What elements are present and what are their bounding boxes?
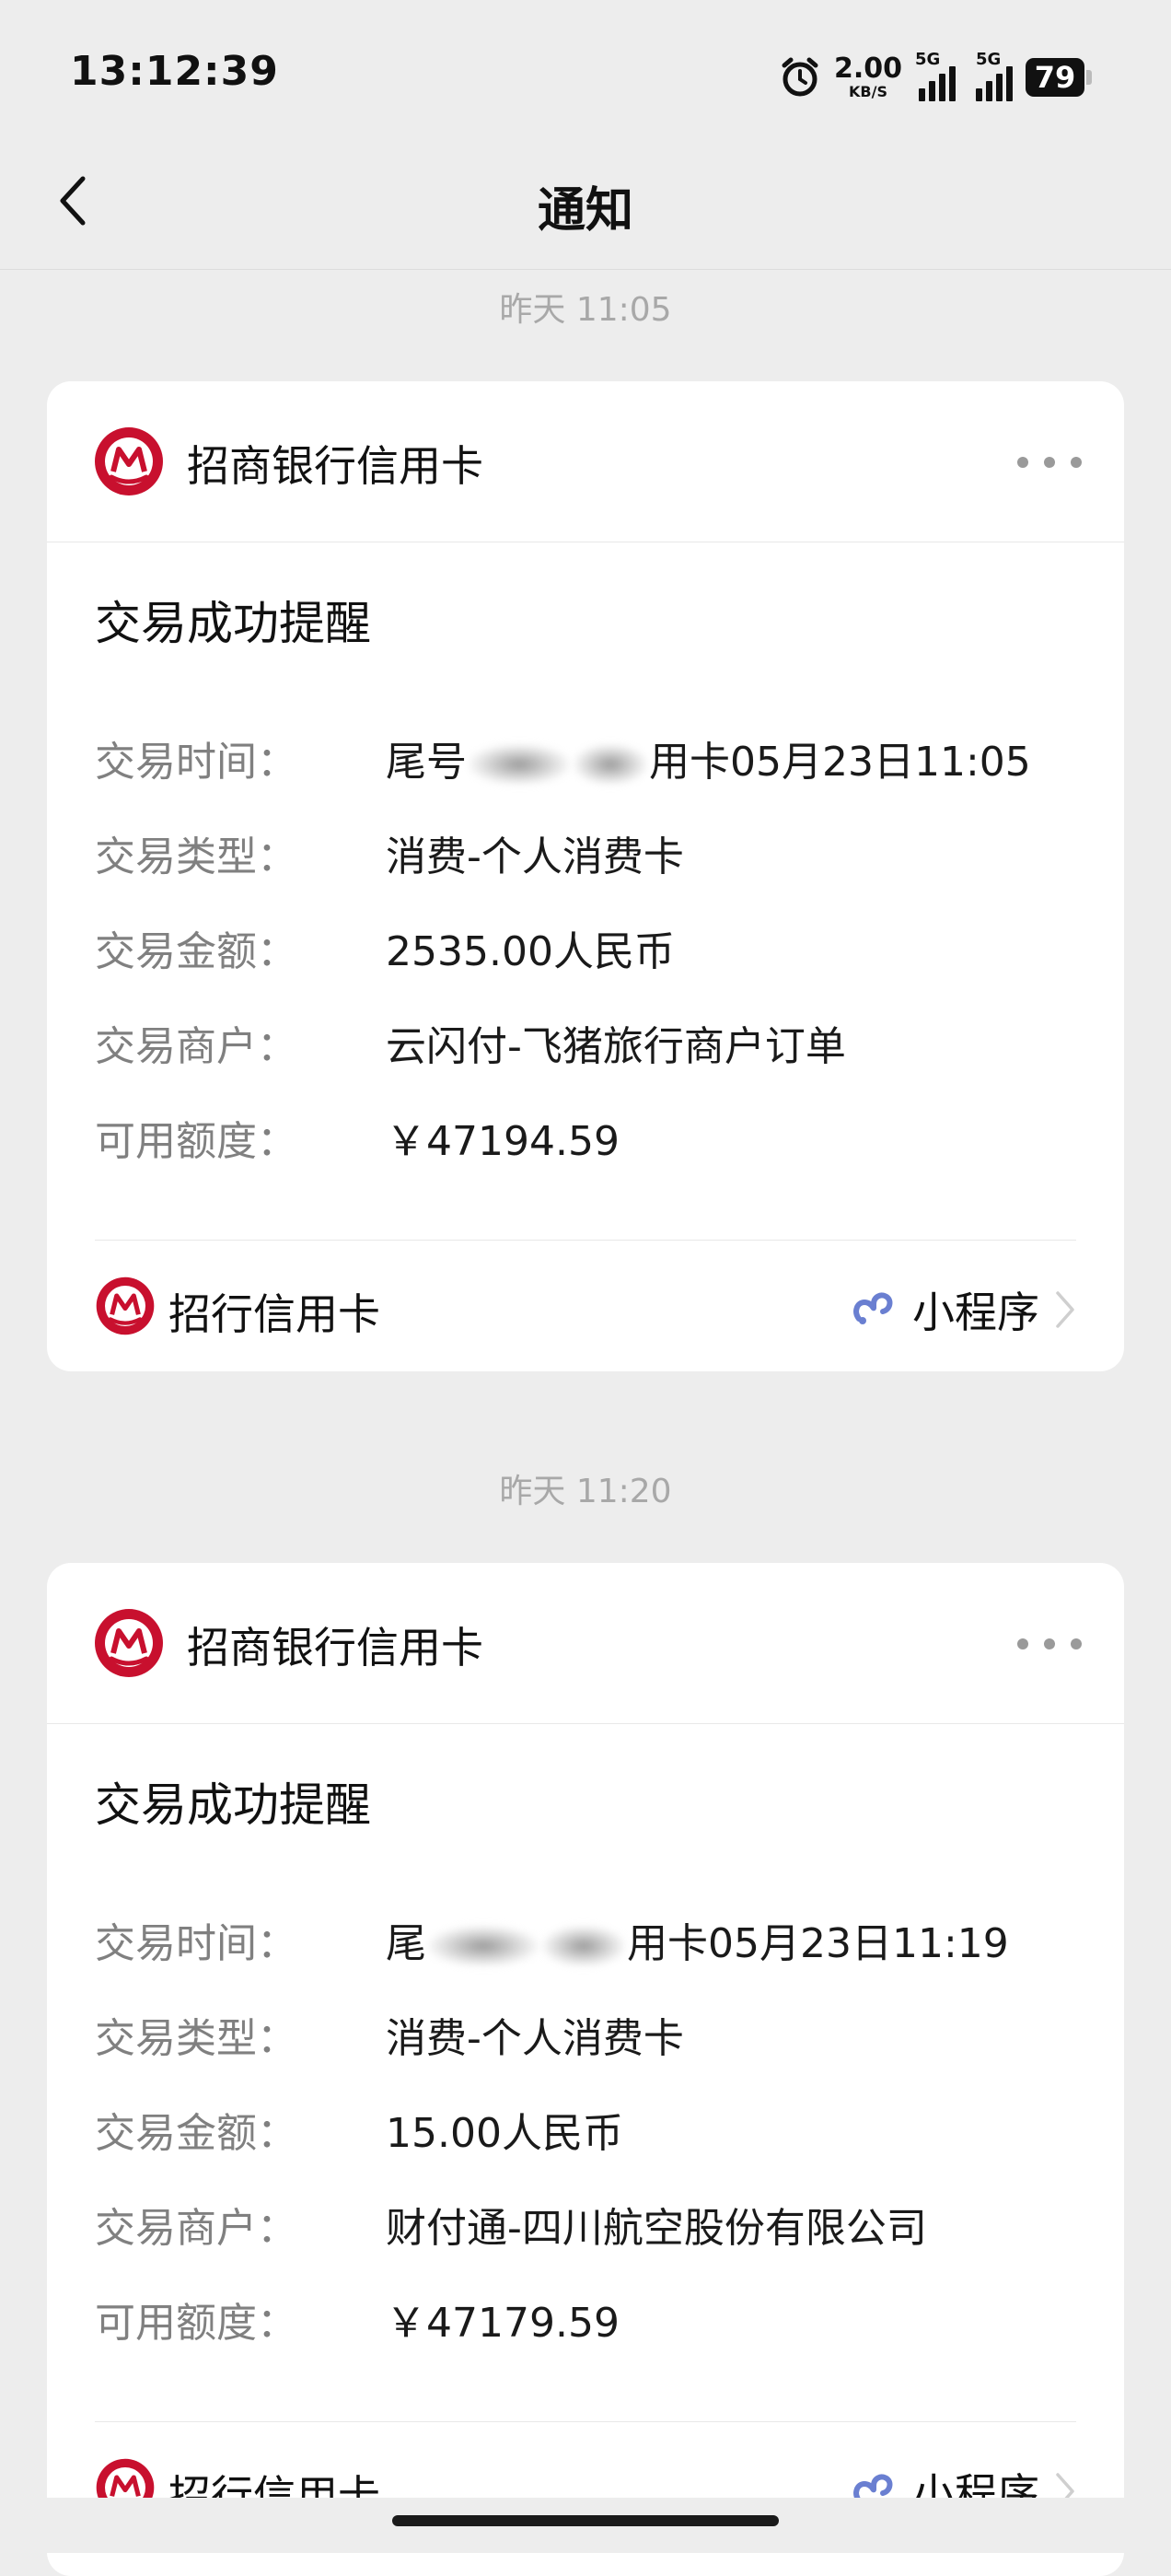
card-number-prefix: 尾 <box>386 1919 426 1967</box>
redacted-card-number <box>469 743 570 785</box>
detail-label: 可用额度： <box>95 2299 297 2347</box>
sender-name[interactable]: 招商银行信用卡 <box>187 433 483 494</box>
battery-level: 79 <box>1026 58 1084 97</box>
card-number-suffix: 用卡05月23日11:05 <box>649 738 1031 786</box>
message-title: 交易成功提醒 <box>95 597 371 650</box>
mini-program-name: 招行信用卡 <box>168 1289 380 1339</box>
detail-label: 交易类型： <box>95 833 297 880</box>
redacted-card-number <box>428 1925 539 1966</box>
detail-value: 云闪付-飞猪旅行商户订单 <box>386 1022 846 1070</box>
signal-tag: 5G <box>976 50 1002 69</box>
more-dots-icon <box>1017 1638 1028 1649</box>
card-header: 招商银行信用卡 <box>47 1563 1124 1724</box>
home-indicator[interactable] <box>392 2515 779 2526</box>
card-body[interactable]: 交易成功提醒 交易时间： 尾号 用卡05月23日11:05 交易类型： 消费-个人… <box>47 542 1124 1184</box>
signal-tag: 5G <box>915 50 941 69</box>
page-title: 通知 <box>537 183 633 239</box>
signal-icon-sim2: 5G <box>968 50 1013 101</box>
alarm-icon <box>779 56 821 99</box>
cmb-logo-icon[interactable] <box>93 425 165 497</box>
mini-program-link[interactable]: 小程序 <box>850 1279 1076 1340</box>
detail-value: 尾 用卡05月23日11:19 <box>386 1910 1009 1969</box>
detail-label: 交易商户： <box>95 1022 297 1070</box>
chevron-right-icon <box>1054 1289 1076 1330</box>
message-timestamp: 昨天 11:05 <box>499 291 672 329</box>
detail-value: ￥47179.59 <box>386 2299 620 2347</box>
detail-value: 消费-个人消费卡 <box>386 2014 684 2062</box>
detail-value: 消费-个人消费卡 <box>386 833 684 880</box>
card-body[interactable]: 交易成功提醒 交易时间： 尾 用卡05月23日11:19 交易类型： 消费-个人消… <box>47 1724 1124 2366</box>
cmb-logo-icon[interactable] <box>93 1607 165 1679</box>
network-speed-value: 2.00 <box>833 52 902 85</box>
signal-icon-sim1: 5G <box>915 50 956 101</box>
network-speed: 2.00 KB/S <box>834 55 902 99</box>
sender-name[interactable]: 招商银行信用卡 <box>187 1614 483 1675</box>
mini-program-footer[interactable]: 招行信用卡 小程序 <box>95 1240 1076 1371</box>
battery-icon: 79 <box>1026 58 1092 97</box>
detail-value: 15.00人民币 <box>386 2109 623 2157</box>
detail-label: 交易时间： <box>95 738 297 786</box>
detail-row-type: 交易类型： 消费-个人消费卡 <box>95 1987 1076 2081</box>
detail-row-amount: 交易金额： 15.00人民币 <box>95 2081 1076 2176</box>
status-bar: 13:12:39 2.00 KB/S 5G 5G 79 <box>0 0 1171 138</box>
detail-value: ￥47194.59 <box>386 1117 620 1165</box>
network-speed-unit: KB/S <box>849 83 887 100</box>
detail-row-type: 交易类型： 消费-个人消费卡 <box>95 805 1076 900</box>
detail-row-available-credit: 可用额度： ￥47179.59 <box>95 2271 1076 2366</box>
detail-label: 交易商户： <box>95 2204 297 2252</box>
cmb-logo-icon <box>95 1276 156 1336</box>
notification-card: 招商银行信用卡 交易成功提醒 交易时间： 尾 用卡05月23日11:19 交易类型… <box>47 1563 1124 2576</box>
more-dots-icon <box>1017 457 1028 468</box>
message-title: 交易成功提醒 <box>95 1778 371 1832</box>
detail-row-time: 交易时间： 尾号 用卡05月23日11:05 <box>95 710 1076 805</box>
message-timestamp: 昨天 11:20 <box>499 1473 672 1510</box>
more-options-button[interactable] <box>1017 446 1082 479</box>
detail-row-merchant: 交易商户： 云闪付-飞猪旅行商户订单 <box>95 995 1076 1090</box>
detail-value: 尾号 用卡05月23日11:05 <box>386 729 1031 787</box>
card-number-suffix: 用卡05月23日11:19 <box>627 1919 1009 1967</box>
mini-program-icon <box>850 1284 898 1335</box>
card-number-prefix: 尾号 <box>386 738 467 786</box>
more-options-button[interactable] <box>1017 1627 1082 1661</box>
notification-card: 招商银行信用卡 交易成功提醒 交易时间： 尾号 用卡05月23日11:05 交易类… <box>47 381 1124 1371</box>
detail-label: 交易金额： <box>95 927 297 975</box>
status-icons: 2.00 KB/S 5G 5G 79 <box>779 50 1092 105</box>
detail-row-merchant: 交易商户： 财付通-四川航空股份有限公司 <box>95 2176 1076 2271</box>
detail-row-time: 交易时间： 尾 用卡05月23日11:19 <box>95 1892 1076 1987</box>
detail-value: 2535.00人民币 <box>386 927 675 975</box>
detail-label: 可用额度： <box>95 1117 297 1165</box>
mini-program-label: 小程序 <box>912 1288 1039 1337</box>
detail-value: 财付通-四川航空股份有限公司 <box>386 2204 927 2252</box>
detail-label: 交易时间： <box>95 1919 297 1967</box>
detail-row-available-credit: 可用额度： ￥47194.59 <box>95 1090 1076 1184</box>
status-time: 13:12:39 <box>70 48 279 95</box>
nav-bar: 通知 <box>0 138 1171 270</box>
detail-label: 交易金额： <box>95 2109 297 2157</box>
detail-label: 交易类型： <box>95 2014 297 2062</box>
detail-row-amount: 交易金额： 2535.00人民币 <box>95 900 1076 995</box>
card-header: 招商银行信用卡 <box>47 381 1124 542</box>
